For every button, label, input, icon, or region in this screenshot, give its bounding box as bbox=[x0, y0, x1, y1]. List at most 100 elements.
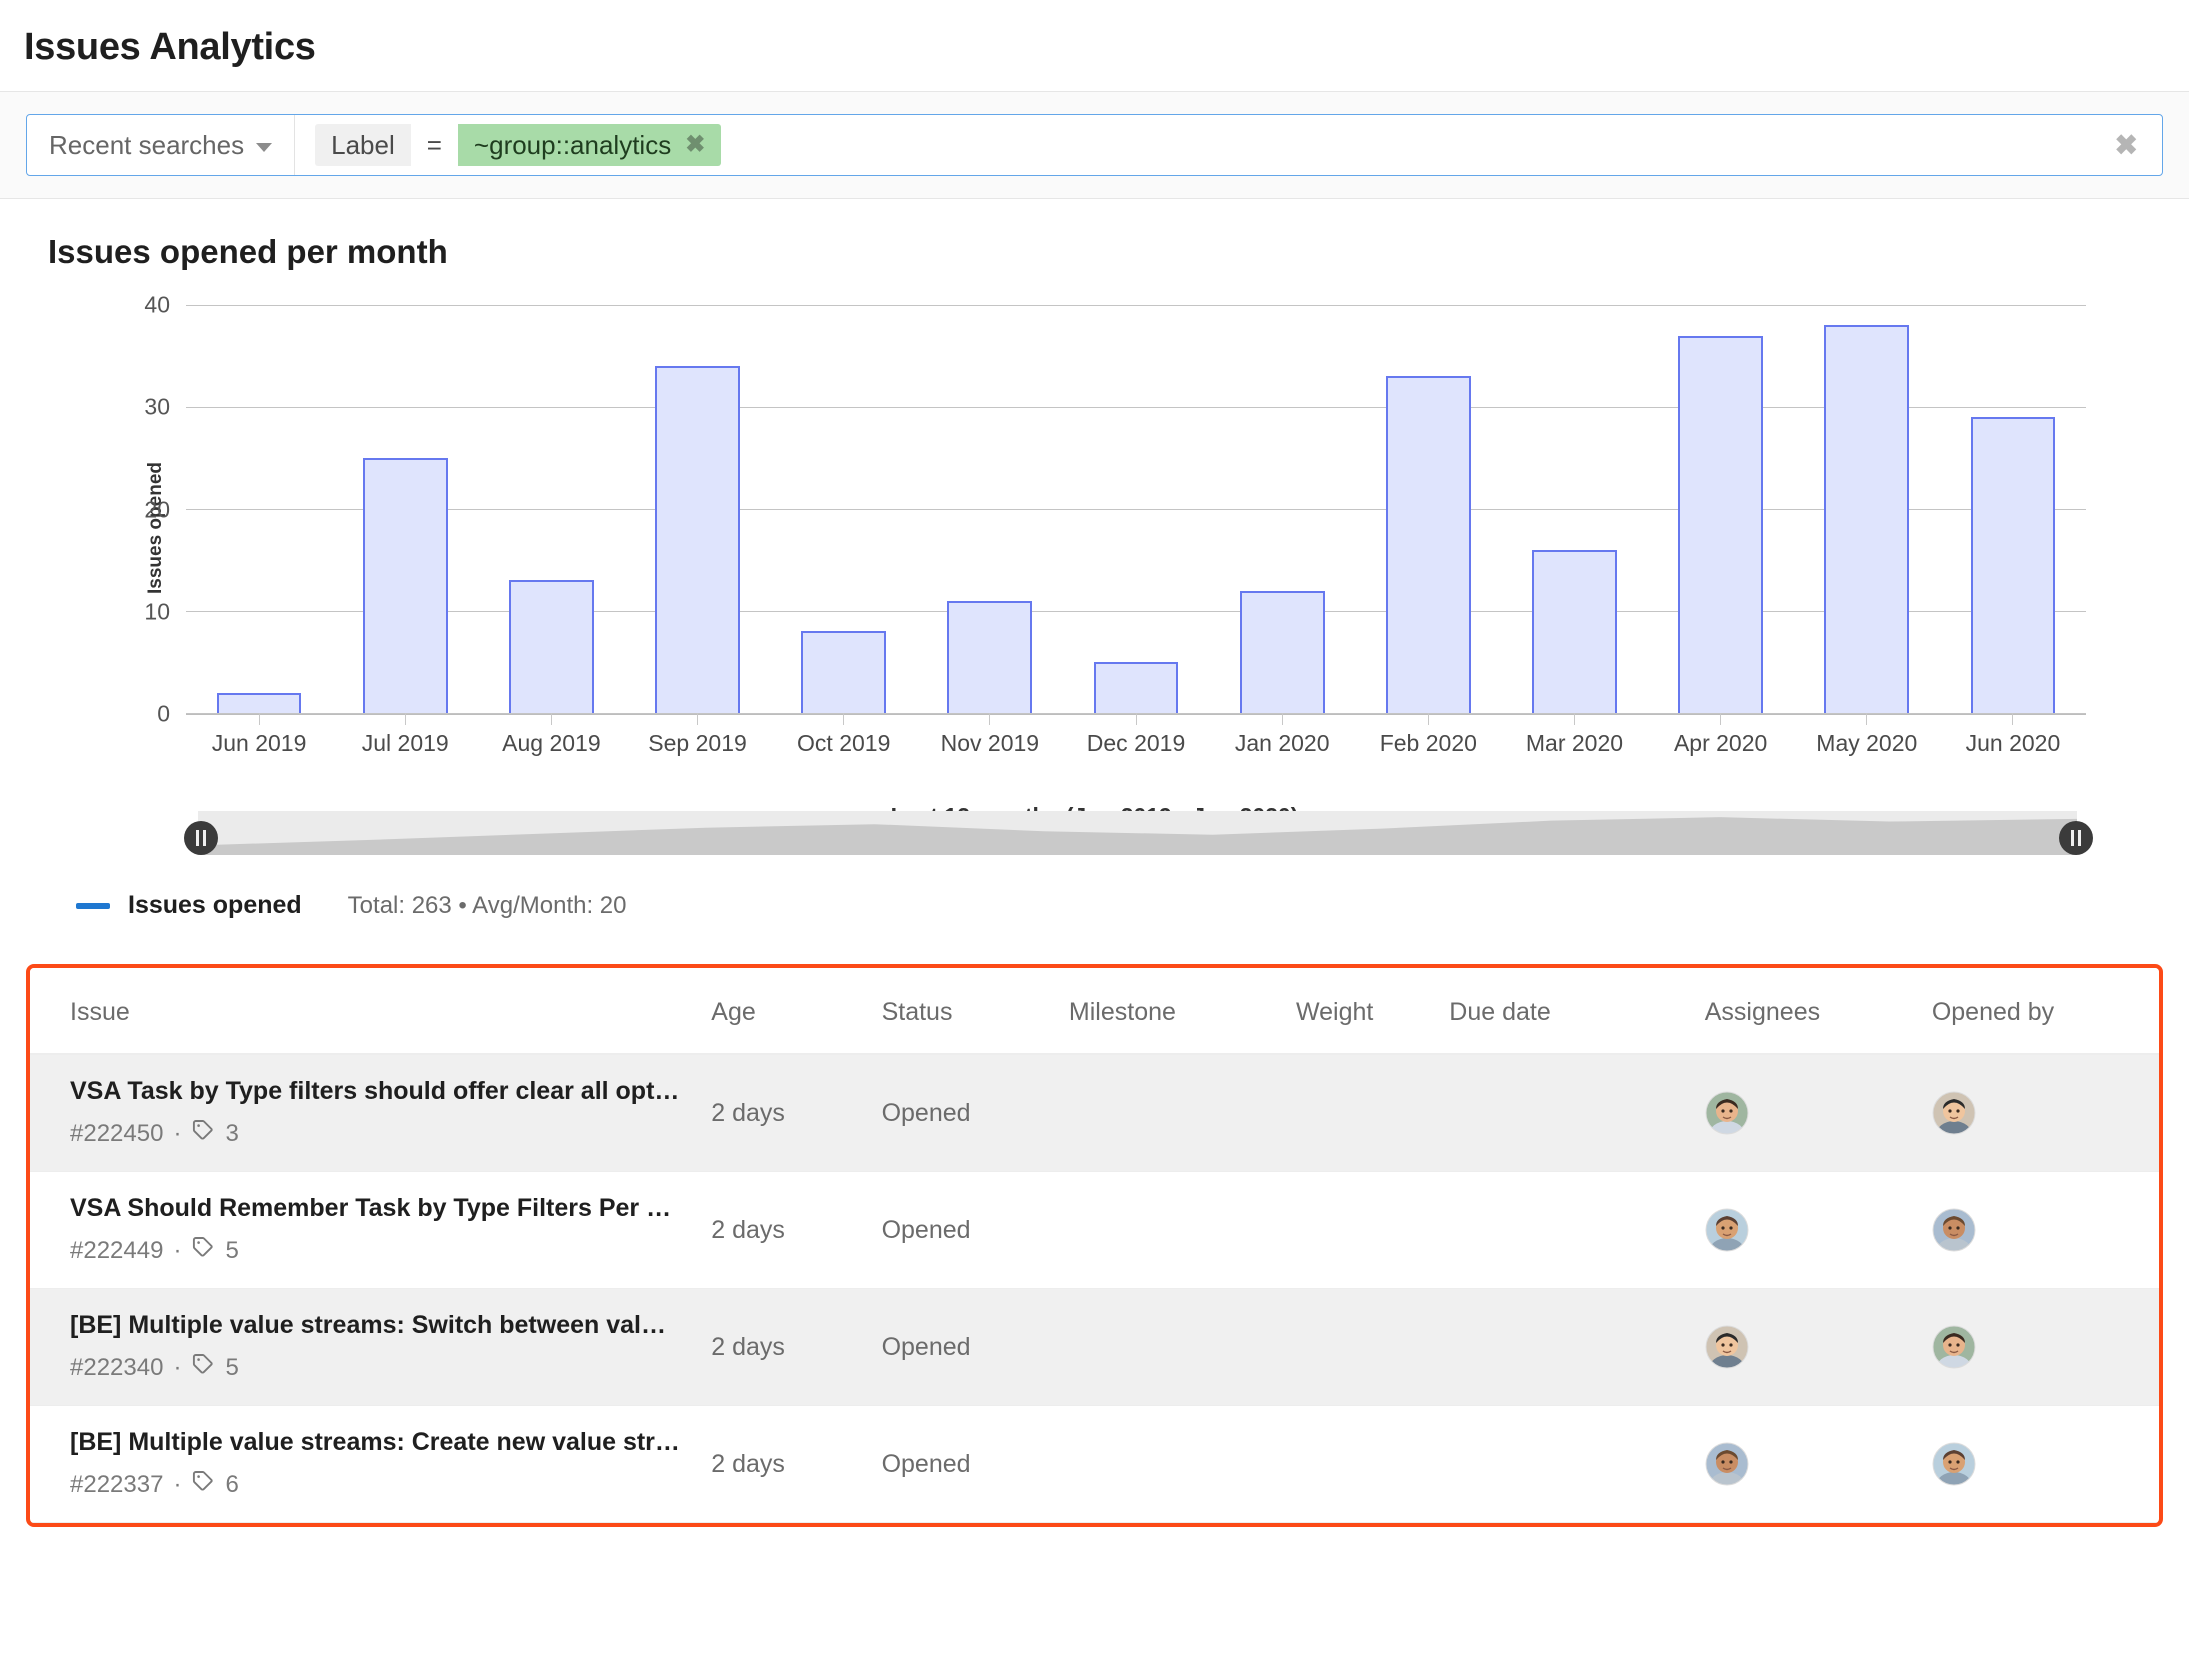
column-header-milestone[interactable]: Milestone bbox=[1068, 968, 1296, 1055]
cell-age: 2 days bbox=[711, 1406, 881, 1523]
avatar[interactable] bbox=[1705, 1442, 1749, 1486]
status-badge: Opened bbox=[881, 1449, 971, 1478]
cell-issue[interactable]: [BE] Multiple value streams: Switch betw… bbox=[30, 1289, 711, 1406]
issues-bar-chart: Issues opened 0 10 20 30 40 Jun 2019 Jul 2019… bbox=[38, 291, 2148, 763]
chart-bar[interactable] bbox=[1532, 549, 1617, 713]
x-axis-tick-label: Feb 2020 bbox=[1379, 730, 1477, 756]
y-axis-tick-label: 0 bbox=[157, 700, 170, 727]
x-axis-labels: Jun 2019 Jul 2019 Aug 2019 Sep 2019 Oct 2019… bbox=[186, 730, 2086, 757]
chart-bar[interactable] bbox=[947, 600, 1033, 713]
filter-token-value: ~group::analytics bbox=[473, 129, 672, 160]
issue-meta-separator: · bbox=[173, 1119, 182, 1147]
bar-slot bbox=[1355, 305, 1501, 725]
chart-bars bbox=[186, 305, 2086, 725]
y-axis-tick-label: 40 bbox=[144, 291, 170, 318]
issue-id[interactable]: #222450 bbox=[70, 1120, 163, 1148]
chart-bar[interactable] bbox=[801, 631, 887, 713]
chart-bar[interactable] bbox=[1093, 662, 1179, 713]
issue-meta: #222337 · 6 bbox=[70, 1469, 711, 1500]
x-axis-tick bbox=[1866, 713, 1868, 725]
bar-slot bbox=[1501, 305, 1647, 725]
chart-range-slider[interactable]: Last 12 months (Jun 2019 - Jun 2020) bbox=[26, 803, 2163, 867]
avatar[interactable] bbox=[1932, 1091, 1976, 1135]
bar-slot bbox=[332, 305, 478, 725]
table-row[interactable]: [BE] Multiple value streams: Create new … bbox=[30, 1406, 2159, 1523]
chart-bar[interactable] bbox=[1239, 590, 1325, 713]
bar-slot bbox=[478, 305, 624, 725]
range-slider-handle-left[interactable] bbox=[184, 821, 218, 855]
column-header-age[interactable]: Age bbox=[711, 968, 882, 1055]
chart-bar[interactable] bbox=[1385, 376, 1471, 713]
column-header-weight[interactable]: Weight bbox=[1296, 968, 1450, 1055]
cell-due-date bbox=[1449, 1054, 1704, 1172]
issue-age: 2 days bbox=[711, 1449, 785, 1478]
x-axis-tick-label: Aug 2019 bbox=[502, 730, 601, 756]
x-axis-tick-label: Jan 2020 bbox=[1234, 730, 1330, 756]
filter-token[interactable]: Label = ~group::analytics ✖ bbox=[315, 123, 722, 167]
issue-title[interactable]: VSA Task by Type filters should offer cl… bbox=[70, 1077, 711, 1106]
issue-id[interactable]: #222449 bbox=[70, 1237, 163, 1265]
column-header-assignees[interactable]: Assignees bbox=[1704, 968, 1932, 1055]
chart-bar[interactable] bbox=[1970, 417, 2056, 713]
x-axis-tick bbox=[404, 713, 406, 725]
issue-title[interactable]: [BE] Multiple value streams: Switch betw… bbox=[70, 1311, 711, 1340]
avatar[interactable] bbox=[1705, 1091, 1749, 1135]
chart-bar[interactable] bbox=[1678, 335, 1764, 713]
table-row[interactable]: VSA Task by Type filters should offer cl… bbox=[30, 1054, 2159, 1172]
chart-bar[interactable] bbox=[1824, 325, 1910, 713]
filter-token-value-chip[interactable]: ~group::analytics ✖ bbox=[457, 123, 722, 167]
range-slider-handle-right[interactable] bbox=[2059, 821, 2093, 855]
column-header-status[interactable]: Status bbox=[881, 968, 1069, 1055]
cell-issue[interactable]: VSA Should Remember Task by Type Filters… bbox=[30, 1172, 711, 1289]
issue-title[interactable]: [BE] Multiple value streams: Create new … bbox=[70, 1428, 711, 1457]
table-row[interactable]: VSA Should Remember Task by Type Filters… bbox=[30, 1172, 2159, 1289]
chart-bar[interactable] bbox=[655, 366, 740, 713]
status-badge: Opened bbox=[881, 1332, 971, 1361]
recent-searches-label: Recent searches bbox=[49, 129, 245, 160]
chart-bar[interactable] bbox=[216, 692, 302, 713]
status-badge: Opened bbox=[881, 1098, 971, 1127]
x-axis-tick-label: Sep 2019 bbox=[648, 730, 747, 756]
range-slider-track[interactable] bbox=[198, 811, 2077, 855]
cell-opened-by bbox=[1932, 1172, 2159, 1289]
recent-searches-dropdown[interactable]: Recent searches bbox=[27, 115, 296, 175]
issue-age: 2 days bbox=[711, 1332, 785, 1361]
cell-assignees bbox=[1705, 1172, 1932, 1289]
column-header-issue[interactable]: Issue bbox=[30, 968, 712, 1055]
avatar[interactable] bbox=[1705, 1325, 1749, 1369]
issue-title[interactable]: VSA Should Remember Task by Type Filters… bbox=[70, 1194, 711, 1223]
avatar[interactable] bbox=[1932, 1208, 1976, 1252]
y-axis-tick-label: 20 bbox=[144, 496, 170, 522]
cell-milestone bbox=[1069, 1289, 1296, 1406]
issue-tag-count: 5 bbox=[225, 1353, 239, 1381]
chart-bar[interactable] bbox=[362, 458, 448, 713]
x-axis-tick-label: Jun 2020 bbox=[1965, 730, 2061, 756]
issues-table: Issue Age Status Milestone Weight Due da… bbox=[30, 968, 2159, 1523]
cell-issue[interactable]: [BE] Multiple value streams: Create new … bbox=[30, 1406, 711, 1523]
table-row[interactable]: [BE] Multiple value streams: Switch betw… bbox=[30, 1288, 2159, 1406]
bar-slot bbox=[771, 305, 917, 725]
issue-id[interactable]: #222340 bbox=[70, 1354, 163, 1382]
search-filter-input[interactable]: Recent searches Label = ~group::analytic… bbox=[26, 114, 2163, 176]
avatar[interactable] bbox=[1705, 1208, 1749, 1252]
avatar[interactable] bbox=[1932, 1325, 1976, 1369]
cell-milestone bbox=[1069, 1054, 1296, 1172]
issues-table-body: VSA Task by Type filters should offer cl… bbox=[30, 1054, 2159, 1523]
cell-weight bbox=[1296, 1289, 1449, 1406]
avatar[interactable] bbox=[1932, 1442, 1976, 1486]
range-preview-sparkline bbox=[198, 817, 2077, 855]
cell-issue[interactable]: VSA Task by Type filters should offer cl… bbox=[30, 1054, 711, 1172]
chart-bar[interactable] bbox=[509, 580, 594, 713]
page-title: Issues Analytics bbox=[24, 26, 316, 68]
cell-age: 2 days bbox=[711, 1289, 881, 1406]
close-icon[interactable]: ✖ bbox=[685, 131, 705, 158]
x-axis-tick bbox=[1573, 713, 1575, 725]
x-axis-tick-label: Nov 2019 bbox=[940, 730, 1040, 756]
column-header-opened-by[interactable]: Opened by bbox=[1931, 968, 2159, 1055]
column-header-due-date[interactable]: Due date bbox=[1449, 968, 1705, 1055]
x-axis-tick bbox=[1720, 713, 1722, 725]
cell-status: Opened bbox=[882, 1054, 1069, 1172]
clear-search-icon[interactable]: ✖ bbox=[2115, 129, 2138, 162]
y-axis-tick-label: 10 bbox=[144, 598, 170, 625]
issue-id[interactable]: #222337 bbox=[70, 1471, 163, 1499]
